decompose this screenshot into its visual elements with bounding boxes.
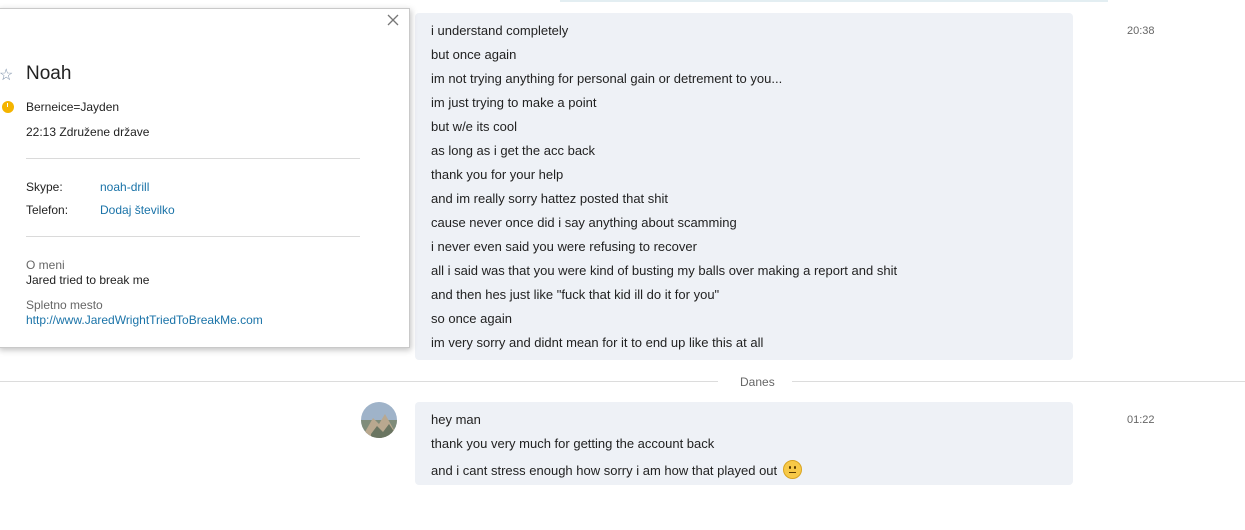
message-line: so once again xyxy=(431,311,512,326)
avatar[interactable] xyxy=(361,402,397,438)
phone-label: Telefon: xyxy=(26,203,69,217)
message-line: im very sorry and didnt mean for it to e… xyxy=(431,335,764,350)
confused-face-emoji-icon xyxy=(782,460,802,479)
add-phone-link[interactable]: Dodaj številko xyxy=(100,203,175,217)
day-divider-right xyxy=(792,381,1245,382)
message-line: im not trying anything for personal gain… xyxy=(431,71,783,86)
day-divider-left xyxy=(0,381,718,382)
message-line: but w/e its cool xyxy=(431,119,517,134)
skype-label: Skype: xyxy=(26,180,63,194)
skype-name-link[interactable]: noah-drill xyxy=(100,180,149,194)
close-icon[interactable] xyxy=(386,13,400,27)
message-line: thank you very much for getting the acco… xyxy=(431,436,715,451)
about-text: Jared tried to break me xyxy=(26,273,150,287)
day-divider-label: Danes xyxy=(740,375,775,389)
message-line: all i said was that you were kind of bus… xyxy=(431,263,898,278)
about-label: O meni xyxy=(26,258,65,272)
website-label: Spletno mesto xyxy=(26,298,103,312)
local-time: 22:13 Združene države xyxy=(26,125,150,139)
contact-name: Noah xyxy=(26,63,72,84)
message-line: and i cant stress enough how sorry i am … xyxy=(431,463,778,478)
message-line: i understand completely xyxy=(431,23,569,38)
divider xyxy=(26,236,360,237)
message-timestamp: 20:38 xyxy=(1127,25,1155,37)
message-line: as long as i get the acc back xyxy=(431,143,596,158)
message-line: cause never once did i say anything abou… xyxy=(431,215,737,230)
message-line: and im really sorry hattez posted that s… xyxy=(431,191,669,206)
message-line: im just trying to make a point xyxy=(431,95,597,110)
message-timestamp: 01:22 xyxy=(1127,414,1155,426)
message-line-with-emoji: and i cant stress enough how sorry i am … xyxy=(431,460,802,479)
away-status-icon xyxy=(2,101,14,113)
message-line: hey man xyxy=(431,412,481,427)
website-link[interactable]: http://www.JaredWrightTriedToBreakMe.com xyxy=(26,313,263,327)
message-line: i never even said you were refusing to r… xyxy=(431,239,697,254)
message-line: thank you for your help xyxy=(431,167,564,182)
message-bubble-1[interactable]: i understand completely but once again i… xyxy=(415,13,1073,360)
message-line: and then hes just like "fuck that kid il… xyxy=(431,287,720,302)
star-icon[interactable]: ☆ xyxy=(0,65,13,85)
message-bubble-2[interactable]: hey man thank you very much for getting … xyxy=(415,402,1073,485)
top-scroll-edge xyxy=(560,0,1108,2)
mood-message: Berneice=Jayden xyxy=(26,100,120,114)
message-line: but once again xyxy=(431,47,517,62)
divider xyxy=(26,158,360,159)
profile-card: ☆ Noah Berneice=Jayden 22:13 Združene dr… xyxy=(0,8,410,348)
